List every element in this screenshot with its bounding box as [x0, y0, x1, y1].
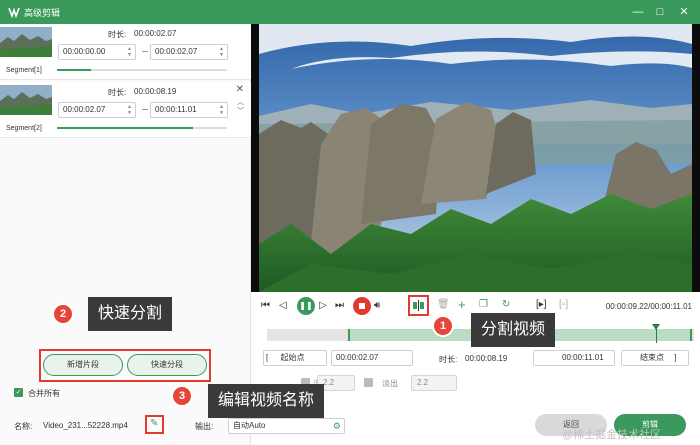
mark-in-icon[interactable]: [▸] [536, 299, 547, 310]
copy-icon[interactable]: ❐ [479, 299, 488, 310]
maximize-icon[interactable]: □ [652, 4, 668, 20]
segment-progress-bar [57, 127, 227, 129]
segment-end-value: 00:00:02.07 [155, 47, 198, 56]
segment-end-input[interactable]: 00:00:02.07 ▲ ▼ [150, 44, 228, 60]
segment-duration-label: 时长: [108, 30, 127, 39]
fade-out-label: 淡出 [382, 379, 398, 388]
output-select[interactable]: 自动Auto ⚙ [228, 418, 345, 434]
title-bar: 高级剪辑 — □ ✕ [0, 0, 700, 24]
step-back-icon[interactable]: ◁ [279, 300, 287, 311]
skip-to-start-icon[interactable]: ⏮ [261, 300, 270, 311]
edit-name-icon[interactable]: ✎ [150, 418, 158, 429]
add-icon[interactable]: + [458, 297, 466, 312]
fade-out-input[interactable]: 2.2 [411, 375, 457, 391]
step-forward-icon[interactable]: ▷ [319, 300, 327, 311]
set-end-button[interactable]: 结束点 ] [621, 350, 689, 366]
segment-start-value: 00:00:00.00 [63, 47, 106, 56]
segment-duration: 00:00:02.07 [134, 29, 177, 38]
app-logo-icon [8, 7, 20, 19]
volume-icon[interactable]: 🔊︎ [374, 300, 380, 311]
merge-all-label: 合并所有 [28, 389, 60, 398]
name-label: 名称: [14, 422, 33, 431]
window-title: 高级剪辑 [24, 8, 61, 18]
mark-out-icon[interactable]: [▫] [559, 299, 568, 310]
spin-arrows-icon[interactable]: ▲ ▼ [127, 104, 132, 116]
segment-progress-fill [57, 69, 91, 71]
segment-end-input[interactable]: 00:00:11.01 ▲ ▼ [150, 102, 228, 118]
range-end-value: 00:00:11.01 [562, 353, 604, 362]
segment-end-value: 00:00:11.01 [155, 105, 197, 114]
stop-button[interactable] [353, 297, 371, 315]
gear-icon[interactable]: ⚙ [333, 419, 341, 433]
output-value: 自动Auto [233, 421, 266, 430]
close-icon[interactable]: ✕ [676, 4, 692, 20]
split-icon[interactable] [413, 300, 424, 311]
range-end-input[interactable]: 00:00:11.01 [533, 350, 615, 366]
range-duration-label: 时长: [439, 355, 458, 364]
output-label: 输出: [195, 422, 214, 431]
video-preview[interactable] [251, 24, 700, 292]
quick-split-button[interactable]: 快速分段 [127, 354, 207, 376]
callout-edit-name: 编辑视频名称 [208, 384, 325, 418]
range-start-value: 00:00:02.07 [336, 353, 379, 362]
video-frame-image [259, 24, 692, 292]
segment-duration: 00:00:08.19 [134, 87, 177, 96]
range-duration-value: 00:00:08.19 [465, 354, 508, 363]
callout-split-video: 分割视频 [471, 313, 556, 347]
range-separator [142, 51, 148, 52]
set-start-button[interactable]: [ 起始点 [263, 350, 327, 366]
skip-to-end-icon[interactable]: ⏭ [335, 300, 344, 311]
callout-badge-2: 2 [52, 303, 74, 325]
merge-all-checkbox[interactable]: ✓ [14, 388, 23, 397]
file-name: Video_231...52228.mp4 [43, 421, 128, 430]
segment-item[interactable]: 时长: 00:00:02.07 00:00:00.00 ▲ ▼ 00:00:02.… [0, 24, 251, 80]
segment-thumbnail [0, 27, 52, 57]
fade-in-value: 2.2 [323, 378, 335, 387]
segment-start-input[interactable]: 00:00:02.07 ▲ ▼ [58, 102, 136, 118]
playback-time: 00:00:09.22/00:00:11.01 [605, 302, 692, 311]
spin-arrows-icon[interactable]: ▲ ▼ [219, 46, 224, 58]
playhead[interactable] [655, 329, 657, 343]
segment-label: Segment[1] [6, 67, 42, 74]
segment-panel: 时长: 00:00:02.07 00:00:00.00 ▲ ▼ 00:00:02.… [0, 24, 251, 445]
segment-label: Segment[2] [6, 125, 42, 132]
fade-out-value: 2.2 [417, 378, 429, 387]
refresh-icon[interactable]: ↻ [502, 299, 510, 310]
minimize-icon[interactable]: — [630, 4, 646, 20]
remove-segment-icon[interactable]: ✕ [236, 84, 244, 95]
add-segment-button[interactable]: 新增片段 [43, 354, 123, 376]
delete-icon[interactable]: 🗑︎ [437, 299, 450, 310]
segment-progress-fill [57, 127, 193, 129]
callout-badge-3: 3 [171, 385, 193, 407]
segment-duration-label: 时长: [108, 88, 127, 97]
fade-out-checkbox[interactable] [364, 378, 373, 387]
segment-item[interactable]: 时长: 00:00:08.19 00:00:02.07 ▲ ▼ 00:00:11.… [0, 82, 251, 138]
callout-quick-split: 快速分割 [88, 297, 173, 331]
reorder-arrows-icon[interactable]: ︿ ﹀ [237, 98, 244, 116]
watermark-text: @稀土掘金技术社区 [562, 429, 662, 441]
set-end-label: 结束点 [640, 353, 664, 362]
pause-button[interactable]: ❚❚ [297, 297, 315, 315]
segment-start-input[interactable]: 00:00:00.00 ▲ ▼ [58, 44, 136, 60]
range-separator [142, 109, 148, 110]
segment-progress-bar [57, 69, 227, 71]
spin-arrows-icon[interactable]: ▲ ▼ [219, 104, 224, 116]
segment-start-value: 00:00:02.07 [63, 105, 106, 114]
segment-thumbnail [0, 85, 52, 115]
range-start-input[interactable]: 00:00:02.07 [331, 350, 413, 366]
spin-arrows-icon[interactable]: ▲ ▼ [127, 46, 132, 58]
set-start-label: 起始点 [280, 353, 305, 362]
callout-badge-1: 1 [432, 315, 454, 337]
